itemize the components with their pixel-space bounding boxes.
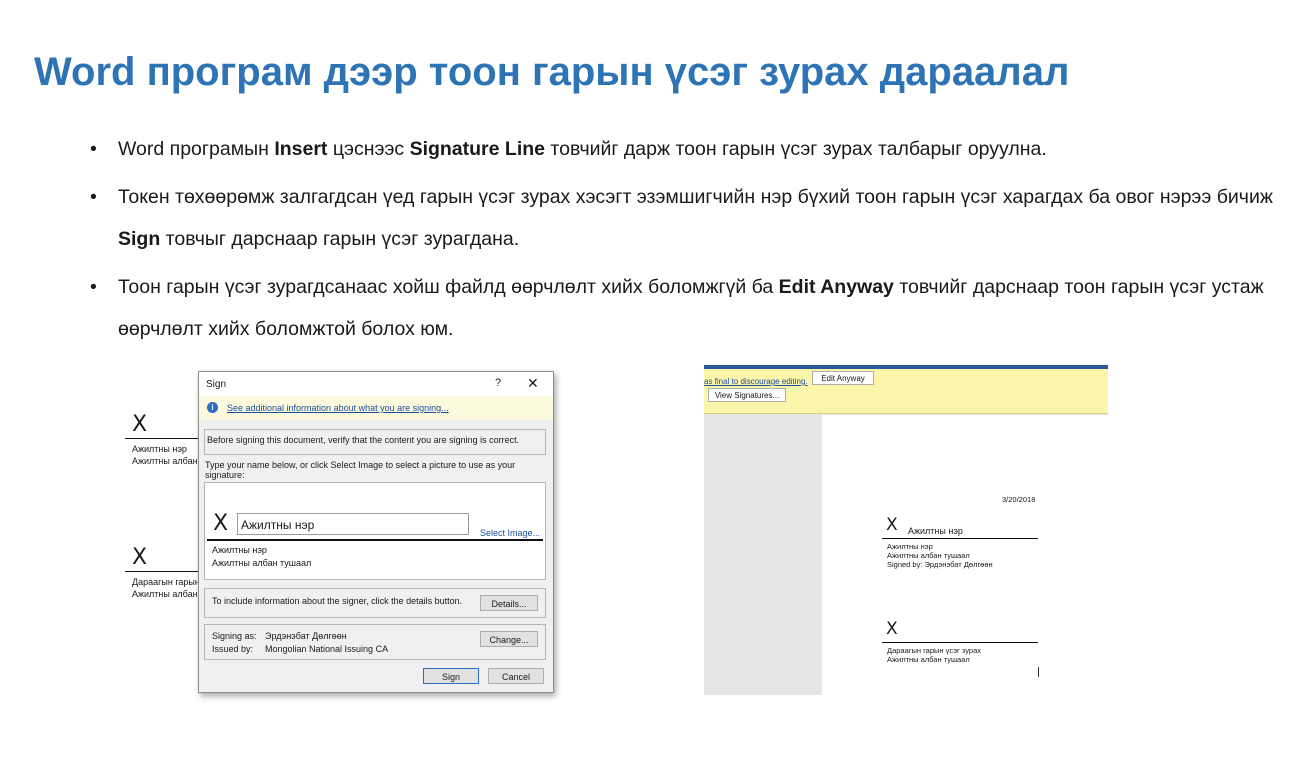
signature-name-input[interactable]: Ажилтны нэр xyxy=(237,513,469,535)
signer-position: Ажилтны албан тушаал xyxy=(212,558,312,568)
bullet-item: Тоон гарын үсэг зурагдсанаас хойш файлд … xyxy=(90,266,1280,350)
signature-date: 3/20/2018 xyxy=(1002,495,1036,504)
details-text: To include information about the signer,… xyxy=(212,596,463,606)
signer-position: Ажилтны албан xyxy=(132,589,198,599)
bullet-bold: Sign xyxy=(118,228,161,250)
signing-as-label: Signing as: xyxy=(212,631,257,641)
bullet-bold: Signature Line xyxy=(409,138,545,160)
signature-line xyxy=(882,642,1038,643)
signature-x-mark: X xyxy=(886,619,898,639)
signature-x-mark: X xyxy=(132,545,148,570)
sign-dialog: Sign ? ✕ i See additional information ab… xyxy=(198,371,554,693)
issued-by-value: Mongolian National Issuing CA xyxy=(265,644,389,654)
sign-button[interactable]: Sign xyxy=(423,668,479,684)
bullet-text: Тоон гарын үсэг зурагдсанаас хойш файлд … xyxy=(118,276,779,298)
edit-anyway-button[interactable]: Edit Anyway xyxy=(812,371,874,385)
details-box: To include information about the signer,… xyxy=(204,588,546,618)
issued-by-label: Issued by: xyxy=(212,644,254,654)
signer-name: Ажилтны нэр xyxy=(887,542,933,551)
info-icon: i xyxy=(207,402,218,413)
signed-by: Signed by: Эрдэнэбат Дөлгөөн xyxy=(887,560,993,569)
marked-final-bar: as final to discourage editing. Edit Any… xyxy=(704,369,1108,414)
bullet-bold: Insert xyxy=(274,138,328,160)
signature-name: Ажилтны нэр xyxy=(908,526,963,536)
select-image-link[interactable]: Select Image... xyxy=(480,528,540,538)
signature-x-mark: X xyxy=(886,515,898,535)
additional-info-link[interactable]: See additional information about what yo… xyxy=(227,403,449,413)
type-instruction: signature: xyxy=(205,470,245,480)
bullet-item: Токен төхөөрөмж залгагдсан үед гарын үсэ… xyxy=(90,176,1280,260)
marked-final-link[interactable]: as final to discourage editing. xyxy=(704,377,808,386)
document-page: 3/20/2018 X Ажилтны нэр Ажилтны нэр Ажил… xyxy=(822,415,1108,695)
signer-position: Ажилтны албан тушаал xyxy=(887,655,970,664)
details-button[interactable]: Details... xyxy=(480,595,538,611)
signature-line xyxy=(882,538,1038,539)
signer-name: Дараагын гарын xyxy=(132,577,200,587)
bullet-text: Токен төхөөрөмж залгагдсан үед гарын үсэ… xyxy=(118,186,1273,208)
word-view-screenshot: as final to discourage editing. Edit Any… xyxy=(704,365,1108,695)
signer-name: Дараагын гарын үсэг зурах xyxy=(887,646,981,655)
signing-info-box: Signing as: Эрдэнэбат Дөлгөөн Issued by:… xyxy=(204,624,546,660)
signer-name: Ажилтны нэр xyxy=(212,545,267,555)
bullet-item: Word програмын Insert цэснээс Signature … xyxy=(90,128,1280,170)
signer-position: Ажилтны албан xyxy=(132,456,198,466)
close-icon[interactable]: ✕ xyxy=(527,375,539,392)
view-signatures-button[interactable]: View Signatures... xyxy=(708,388,786,402)
signer-position: Ажилтны албан тушаал xyxy=(887,551,970,560)
bullet-text: товчыг дарснаар гарын үсэг зурагдана. xyxy=(160,228,520,250)
bullet-text: Word програмын xyxy=(118,138,275,160)
bullet-list: Word програмын Insert цэснээс Signature … xyxy=(90,128,1280,356)
bullet-text: товчийг дарж тоон гарын үсэг зурах талба… xyxy=(545,138,1047,160)
verify-box: Before signing this document, verify tha… xyxy=(204,429,546,455)
text-cursor xyxy=(1038,667,1039,677)
cancel-button[interactable]: Cancel xyxy=(488,668,544,684)
signature-x-mark: X xyxy=(132,412,148,437)
bullet-bold: Edit Anyway xyxy=(778,276,894,298)
info-bar: i See additional information about what … xyxy=(199,396,553,420)
help-icon[interactable]: ? xyxy=(495,377,501,389)
signature-line xyxy=(207,539,543,541)
page-title: Word програм дээр тоон гарын үсэг зурах … xyxy=(34,50,1070,94)
change-button[interactable]: Change... xyxy=(480,631,538,647)
signer-name: Ажилтны нэр xyxy=(132,444,187,454)
bullet-text: цэснээс xyxy=(327,138,410,160)
dialog-titlebar: Sign ? ✕ xyxy=(199,372,553,396)
signature-area: X Ажилтны нэр Select Image... Ажилтны нэ… xyxy=(204,482,546,580)
signature-x-mark: X xyxy=(213,511,229,536)
dialog-title: Sign xyxy=(206,379,227,390)
signature-line xyxy=(125,571,200,572)
signing-as-value: Эрдэнэбат Дөлгөөн xyxy=(265,631,347,641)
verify-text: Before signing this document, verify tha… xyxy=(207,435,520,445)
signature-line xyxy=(125,438,200,439)
type-instruction: Type your name below, or click Select Im… xyxy=(205,460,516,470)
